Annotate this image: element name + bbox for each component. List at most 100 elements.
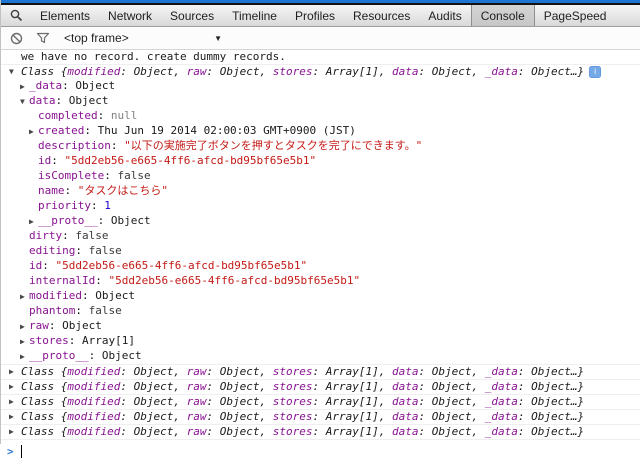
preview-property-value: Object	[531, 365, 571, 378]
pair-separator: ,	[259, 65, 272, 78]
key-value-separator: :	[418, 365, 431, 378]
key-value-separator: :	[42, 259, 55, 272]
pair-separator: ,	[173, 65, 186, 78]
expand-arrow-icon[interactable]: ▶	[29, 125, 38, 139]
preview-property-value: Array[1]	[326, 425, 379, 438]
frame-selector-dropdown[interactable]: <top frame> ▼	[64, 31, 222, 45]
clear-console-button[interactable]	[10, 32, 23, 45]
expand-arrow-icon[interactable]: ▶	[20, 290, 29, 304]
object-tree: ▶_data: Object▼data: Object completed: n…	[1, 79, 640, 364]
expand-arrow-icon[interactable]: ▼	[20, 95, 29, 109]
expander-spacer	[20, 230, 29, 244]
object-preview-text: Class {modified: Object, raw: Object, st…	[21, 425, 584, 438]
key-value-separator: :	[418, 425, 431, 438]
preview-property-value: Object	[134, 365, 174, 378]
preview-property-name: data	[392, 410, 419, 423]
pair-separator: ,	[173, 365, 186, 378]
preview-property-name: raw	[187, 365, 207, 378]
console-subbar: <top frame> ▼	[1, 27, 640, 50]
preview-property-name: modified	[67, 365, 120, 378]
expander-spacer	[20, 305, 29, 319]
key-value-separator: :	[206, 365, 219, 378]
property-name: created	[38, 124, 84, 137]
property-name: id	[29, 259, 42, 272]
preview-property-value: Object	[432, 425, 472, 438]
key-value-separator: :	[75, 244, 88, 257]
object-preview-expanded[interactable]: ▼Class {modified: Object, raw: Object, s…	[1, 65, 640, 79]
preview-property-value: Object	[134, 425, 174, 438]
preview-property-value: Object	[531, 395, 571, 408]
tab-sources[interactable]: Sources	[161, 5, 223, 26]
preview-property-value: Object	[531, 65, 571, 78]
search-button[interactable]	[1, 5, 31, 26]
tree-row-_data[interactable]: ▶_data: Object	[1, 79, 640, 94]
info-icon[interactable]: i	[589, 66, 601, 78]
tree-row-raw[interactable]: ▶raw: Object	[1, 319, 640, 334]
tab-audits[interactable]: Audits	[419, 5, 470, 26]
tab-console[interactable]: Console	[471, 5, 535, 26]
object-preview-collapsed[interactable]: ▶Class {modified: Object, raw: Object, s…	[1, 365, 640, 379]
tree-row-editing: editing: false	[1, 244, 640, 259]
pair-separator: ,	[173, 380, 186, 393]
preview-property-value: Array[1]	[326, 365, 379, 378]
property-name: dirty	[29, 229, 62, 242]
tab-elements[interactable]: Elements	[31, 5, 99, 26]
preview-property-name: stores	[273, 425, 313, 438]
tree-row-created[interactable]: ▶created: Thu Jun 19 2014 02:00:03 GMT+0…	[1, 124, 640, 139]
preview-property-name: data	[392, 65, 419, 78]
tab-pagespeed[interactable]: PageSpeed	[535, 5, 616, 26]
preview-property-name: _data	[485, 410, 518, 423]
tab-resources[interactable]: Resources	[344, 5, 419, 26]
preview-property-value: Object	[432, 365, 472, 378]
key-value-separator: :	[206, 380, 219, 393]
tree-row-isComplete: isComplete: false	[1, 169, 640, 184]
key-value-separator: :	[91, 199, 104, 212]
chevron-down-icon: ▼	[214, 34, 222, 43]
filter-button[interactable]	[36, 32, 50, 44]
object-preview-text: Class {modified: Object, raw: Object, st…	[21, 380, 584, 393]
object-preview-text: Class {modified: Object, raw: Object, st…	[21, 410, 584, 423]
tab-profiles[interactable]: Profiles	[286, 5, 344, 26]
property-value: Object	[95, 289, 135, 302]
preview-property-value: Object	[134, 380, 174, 393]
property-value: Object	[111, 214, 151, 227]
console-log-message: we have no record. create dummy records.	[1, 50, 640, 65]
tree-row-data[interactable]: ▼data: Object	[1, 94, 640, 109]
tree-row-__proto__[interactable]: ▶__proto__: Object	[1, 349, 640, 364]
tab-timeline[interactable]: Timeline	[223, 5, 286, 26]
property-value: false	[117, 169, 150, 182]
expand-arrow-icon[interactable]: ▶	[20, 350, 29, 364]
pair-separator: ,	[379, 380, 392, 393]
tree-row-description: description: "以下の実施完了ボタンを押すとタスクを完了にできます。…	[1, 139, 640, 154]
expand-arrow-icon[interactable]: ▶	[20, 335, 29, 349]
expand-arrow-closed-icon[interactable]: ▶	[9, 395, 14, 409]
preview-property-name: raw	[187, 380, 207, 393]
expand-arrow-open-icon[interactable]: ▼	[9, 65, 14, 79]
preview-property-name: stores	[273, 395, 313, 408]
expand-arrow-closed-icon[interactable]: ▶	[9, 425, 14, 439]
expand-arrow-icon[interactable]: ▶	[20, 80, 29, 94]
preview-property-value: Object	[220, 65, 260, 78]
tree-row-__proto__[interactable]: ▶__proto__: Object	[1, 214, 640, 229]
devtools-toolbar: ElementsNetworkSourcesTimelineProfilesRe…	[1, 5, 640, 27]
expand-arrow-closed-icon[interactable]: ▶	[9, 380, 14, 394]
expand-arrow-closed-icon[interactable]: ▶	[9, 410, 14, 424]
expand-arrow-icon[interactable]: ▶	[20, 320, 29, 334]
object-preview-collapsed[interactable]: ▶Class {modified: Object, raw: Object, s…	[1, 395, 640, 409]
preview-property-name: _data	[485, 395, 518, 408]
object-preview-collapsed[interactable]: ▶ Class {modified: Object, raw: Object, s…	[1, 425, 640, 439]
property-name: name	[38, 184, 65, 197]
expand-arrow-closed-icon[interactable]: ▶	[9, 365, 14, 379]
preview-property-name: raw	[187, 395, 207, 408]
console-prompt[interactable]: >	[1, 440, 640, 463]
close-brace: }	[577, 365, 584, 378]
expand-arrow-icon[interactable]: ▶	[29, 215, 38, 229]
key-value-separator: :	[418, 395, 431, 408]
tree-row-stores[interactable]: ▶stores: Array[1]	[1, 334, 640, 349]
property-value: null	[111, 109, 138, 122]
tab-network[interactable]: Network	[99, 5, 161, 26]
object-preview-collapsed[interactable]: ▶ Class {modified: Object, raw: Object, s…	[1, 410, 640, 424]
property-name: _data	[29, 79, 62, 92]
tree-row-modified[interactable]: ▶modified: Object	[1, 289, 640, 304]
object-preview-collapsed[interactable]: ▶ Class {modified: Object, raw: Object, s…	[1, 380, 640, 394]
